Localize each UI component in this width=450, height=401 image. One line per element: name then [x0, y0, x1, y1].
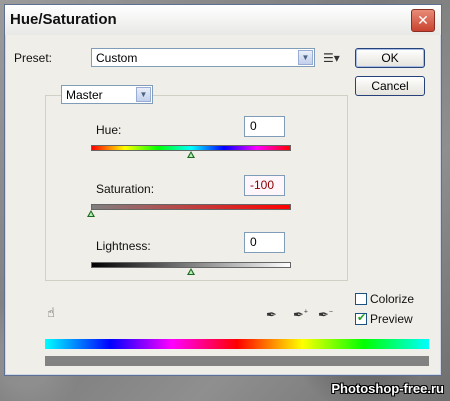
preset-options-icon[interactable]: ☰▾ [323, 51, 340, 65]
lightness-slider-thumb[interactable] [187, 268, 195, 275]
check-icon: ✔ [357, 312, 367, 324]
title-bar[interactable]: Hue/Saturation ✕ [5, 5, 441, 35]
chevron-down-icon: ▼ [136, 87, 151, 102]
cancel-button[interactable]: Cancel [355, 76, 425, 96]
colorize-checkbox[interactable] [355, 293, 367, 305]
saturation-slider-track[interactable] [91, 204, 291, 210]
window-title: Hue/Saturation [10, 11, 117, 28]
hue-input[interactable]: 0 [244, 116, 285, 137]
eyedropper-subtract-icon[interactable]: ✒− [318, 307, 333, 323]
saturation-slider-thumb[interactable] [87, 210, 95, 217]
adjustment-group [45, 95, 348, 281]
eyedropper-icon[interactable]: ✒ [266, 307, 277, 323]
colorize-label: Colorize [370, 292, 415, 306]
ok-button[interactable]: OK [355, 48, 425, 68]
watermark-text: Photoshop-free.ru [331, 381, 444, 396]
lightness-input[interactable]: 0 [244, 232, 285, 253]
saturation-input[interactable]: -100 [244, 175, 285, 196]
close-icon: ✕ [417, 12, 429, 28]
target-adjustment-hand-icon[interactable]: ☝ [47, 305, 55, 321]
hue-saturation-dialog: Hue/Saturation ✕ Preset: Custom ▼ ☰▾ OK … [4, 4, 442, 376]
preset-dropdown[interactable]: Custom ▼ [91, 48, 315, 67]
hue-label: Hue: [96, 123, 122, 137]
chevron-down-icon: ▼ [298, 50, 313, 65]
preview-label: Preview [370, 312, 413, 326]
output-color-bar [45, 356, 429, 366]
eyedropper-add-icon[interactable]: ✒+ [293, 307, 308, 323]
close-button[interactable]: ✕ [411, 9, 435, 32]
preview-checkbox[interactable]: ✔ [355, 312, 367, 325]
preset-label: Preset: [14, 51, 53, 65]
preset-value: Custom [96, 51, 138, 65]
saturation-label: Saturation: [96, 182, 155, 196]
input-color-bar [45, 339, 429, 349]
channel-dropdown[interactable]: Master ▼ [61, 85, 153, 104]
channel-value: Master [66, 88, 103, 102]
hue-slider-thumb[interactable] [187, 151, 195, 158]
lightness-label: Lightness: [96, 239, 151, 253]
